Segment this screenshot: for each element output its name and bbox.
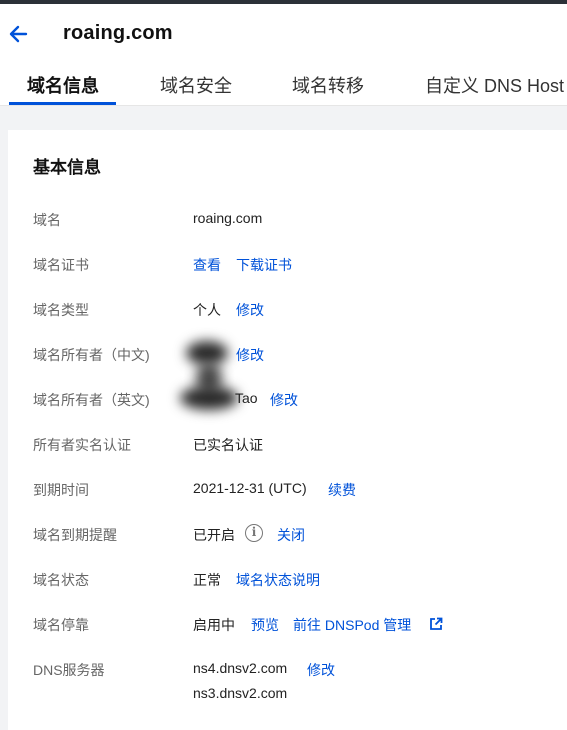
value-ns2: ns3.dnsv2.com [193, 685, 288, 701]
tab-domain-security[interactable]: 域名安全 [160, 72, 232, 98]
renew-link[interactable]: 续费 [328, 480, 356, 500]
row-certificate: 域名证书 查看 下载证书 [8, 253, 567, 277]
section-title: 基本信息 [33, 158, 101, 177]
label-reminder: 域名到期提醒 [33, 527, 117, 543]
value-verification: 已实名认证 [193, 437, 263, 453]
row-verification: 所有者实名认证 已实名认证 [8, 433, 567, 457]
tab-bar: 域名信息 域名安全 域名转移 自定义 DNS Host [0, 64, 567, 106]
label-verification: 所有者实名认证 [33, 437, 131, 453]
edit-owner-cn-link[interactable]: 修改 [236, 345, 264, 365]
download-certificate-link[interactable]: 下载证书 [236, 255, 292, 275]
value-parking: 启用中 [193, 617, 235, 633]
dnspod-link[interactable]: 前往 DNSPod 管理 [293, 615, 411, 635]
preview-link[interactable]: 预览 [251, 615, 279, 635]
label-certificate: 域名证书 [33, 257, 89, 273]
value-status: 正常 [193, 572, 221, 588]
edit-type-link[interactable]: 修改 [236, 300, 264, 320]
page-header: roaing.com 域名信息 域名安全 域名转移 自定义 DNS Host [0, 4, 567, 106]
label-owner-cn: 域名所有者（中文) [33, 347, 150, 363]
disable-reminder-link[interactable]: 关闭 [277, 525, 305, 545]
arrow-left-icon [9, 25, 28, 43]
label-owner-en: 域名所有者（英文) [33, 392, 150, 408]
external-link-icon[interactable] [429, 617, 443, 631]
value-ns1: ns4.dnsv2.com [193, 660, 288, 676]
row-domain-type: 域名类型 个人 修改 [8, 298, 567, 322]
row-owner-cn: 域名所有者（中文) 修改 [8, 341, 567, 367]
row-dns-servers: DNS服务器 ns4.dnsv2.com 修改 ns3.dnsv2.com [8, 658, 567, 706]
tab-domain-transfer[interactable]: 域名转移 [292, 72, 364, 98]
back-button[interactable] [6, 22, 30, 46]
value-reminder: 已开启 [193, 527, 235, 543]
value-domain-type: 个人 [193, 302, 221, 318]
basic-info-card: 基本信息 域名 roaing.com 域名证书 查看 下载证书 域名类型 个人 … [8, 130, 567, 730]
row-domain: 域名 roaing.com [8, 208, 567, 232]
row-expiry: 到期时间 2021-12-31 (UTC) 续费 [8, 478, 567, 502]
tab-custom-dns-host[interactable]: 自定义 DNS Host [425, 72, 564, 98]
label-expiry: 到期时间 [33, 482, 89, 498]
view-certificate-link[interactable]: 查看 [193, 255, 221, 275]
label-dns-servers: DNS服务器 [33, 662, 105, 678]
edit-dns-link[interactable]: 修改 [307, 660, 335, 680]
edit-owner-en-link[interactable]: 修改 [270, 390, 298, 410]
value-domain: roaing.com [193, 210, 263, 226]
value-expiry: 2021-12-31 (UTC) [193, 480, 307, 496]
status-explanation-link[interactable]: 域名状态说明 [236, 570, 320, 590]
info-circle-icon[interactable]: i [245, 524, 263, 542]
page-title: roaing.com [63, 22, 173, 44]
label-parking: 域名停靠 [33, 617, 89, 633]
row-reminder: 域名到期提醒 已开启 i 关闭 [8, 523, 567, 547]
label-domain-type: 域名类型 [33, 302, 89, 318]
row-parking: 域名停靠 启用中 预览 前往 DNSPod 管理 [8, 613, 567, 637]
label-domain: 域名 [33, 212, 61, 228]
tab-domain-info[interactable]: 域名信息 [27, 72, 99, 98]
value-owner-en: Tao [235, 390, 258, 406]
label-status: 域名状态 [33, 572, 89, 588]
active-tab-indicator [9, 102, 116, 105]
row-status: 域名状态 正常 域名状态说明 [8, 568, 567, 592]
row-owner-en: 域名所有者（英文) Tao 修改 [8, 386, 567, 412]
redacted-blur [180, 386, 238, 410]
